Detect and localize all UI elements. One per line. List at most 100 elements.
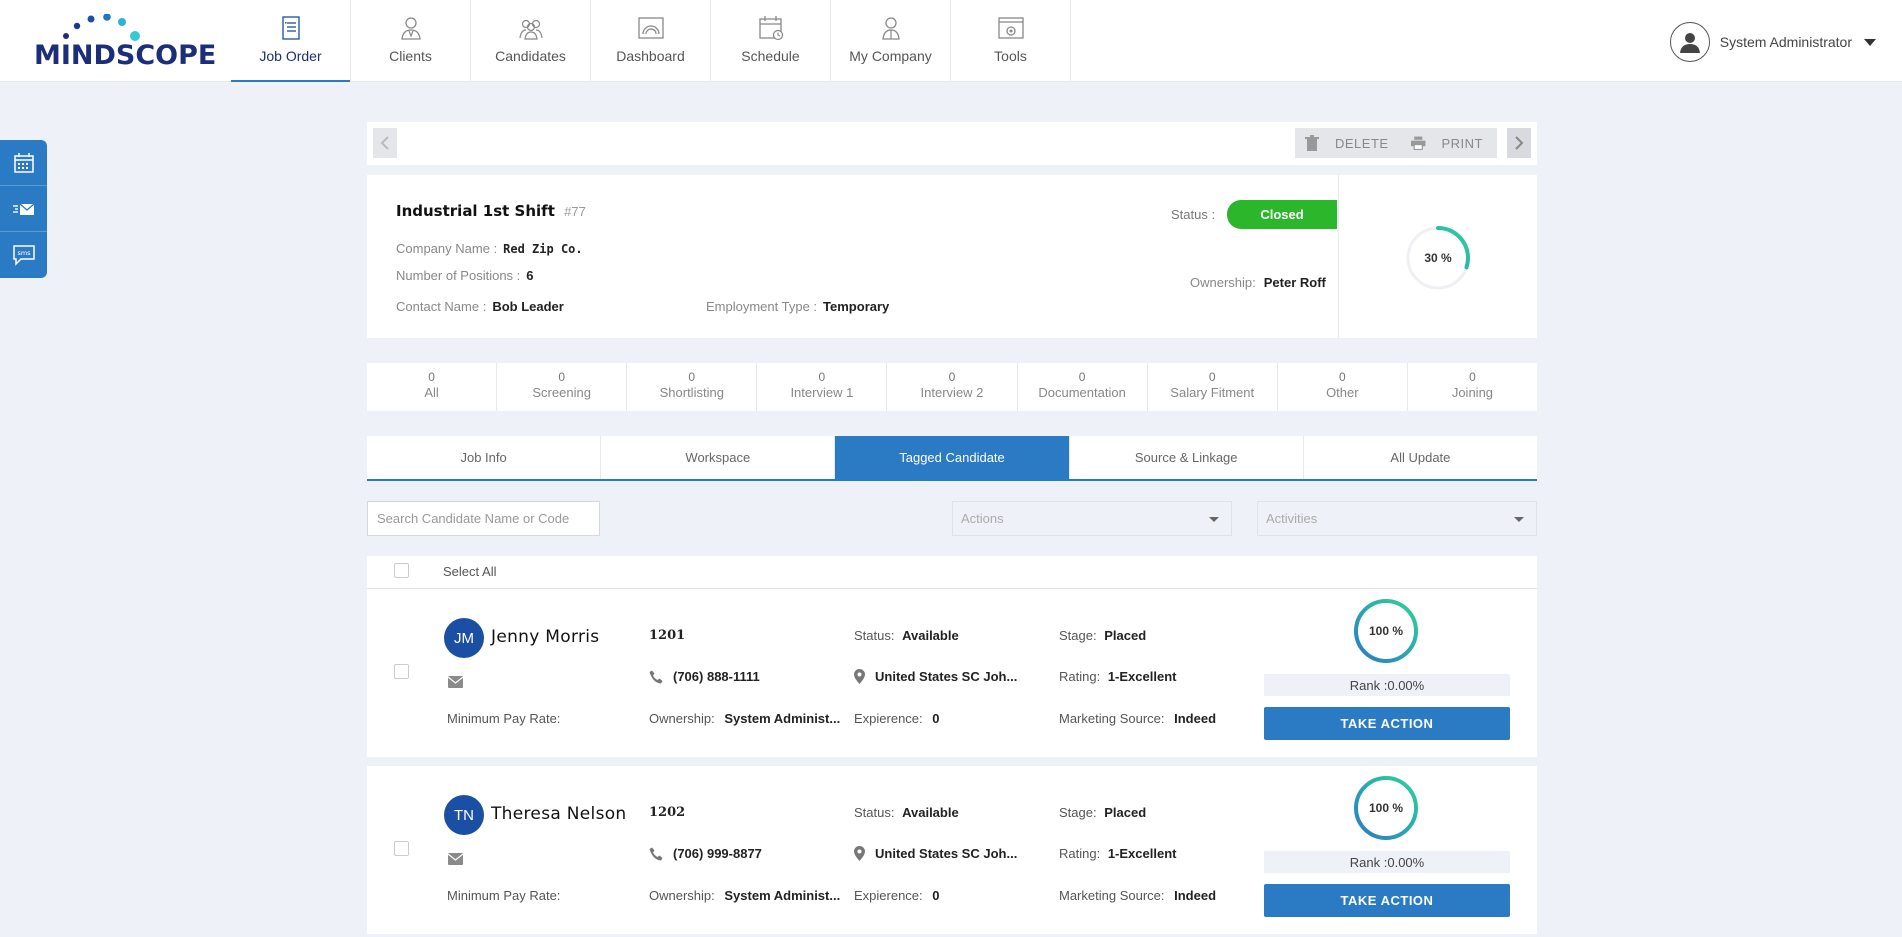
take-action-button[interactable]: TAKE ACTION: [1264, 707, 1510, 740]
phone-icon: [649, 670, 663, 683]
actions-dropdown[interactable]: Actions: [952, 501, 1232, 536]
stage-count: 0: [428, 370, 435, 384]
activities-placeholder: Activities: [1266, 511, 1318, 526]
activities-dropdown[interactable]: Activities: [1257, 501, 1537, 536]
marketing-label: Marketing Source:: [1059, 711, 1165, 726]
sms-button[interactable]: sms: [0, 232, 47, 278]
stage-label: Screening: [532, 385, 591, 400]
send-email-button[interactable]: [447, 852, 464, 870]
calendar-button[interactable]: [0, 140, 47, 186]
stage-interview-1[interactable]: 0 Interview 1: [757, 363, 888, 411]
status-badge[interactable]: Closed: [1227, 200, 1337, 229]
stage-shortlisting[interactable]: 0 Shortlisting: [627, 363, 758, 411]
candidate-code: 1201: [649, 628, 686, 643]
status-label: Status :: [1171, 207, 1216, 222]
delete-button[interactable]: DELETE: [1295, 128, 1405, 158]
experience-label: Expierence:: [854, 711, 923, 726]
stage-all[interactable]: 0 All: [367, 363, 498, 411]
stage-label: Shortlisting: [659, 385, 724, 400]
detail-tabs: Job Info Workspace Tagged Candidate Sour…: [367, 436, 1537, 481]
stage-other[interactable]: 0 Other: [1278, 363, 1408, 411]
candidate-checkbox[interactable]: [394, 841, 409, 856]
min-pay-label: Minimum Pay Rate:: [447, 888, 561, 903]
user-name: System Administrator: [1719, 34, 1852, 50]
status-value: Available: [902, 628, 959, 643]
job-progress-value: 30 %: [1424, 251, 1452, 265]
candidate-phone[interactable]: (706) 888-1111: [649, 669, 760, 684]
next-record-button[interactable]: [1507, 128, 1531, 158]
tab-tagged-candidate[interactable]: Tagged Candidate: [835, 436, 1070, 479]
tab-source-linkage[interactable]: Source & Linkage: [1070, 436, 1304, 479]
status-value: Available: [902, 805, 959, 820]
contact-name-value[interactable]: Bob Leader: [492, 299, 564, 314]
stage-documentation[interactable]: 0 Documentation: [1018, 363, 1148, 411]
schedule-icon: [758, 16, 783, 41]
email-icon: [12, 203, 34, 215]
tab-all-update[interactable]: All Update: [1304, 436, 1537, 479]
candidate-name[interactable]: Jenny Morris: [491, 627, 599, 647]
stage-screening[interactable]: 0 Screening: [497, 363, 628, 411]
nav-tools[interactable]: Tools: [951, 0, 1071, 82]
nav-job-order[interactable]: Job Order: [231, 0, 351, 82]
tab-workspace[interactable]: Workspace: [601, 436, 836, 479]
job-id: #77: [564, 204, 586, 219]
min-pay-label: Minimum Pay Rate:: [447, 711, 561, 726]
nav-candidates[interactable]: Candidates: [471, 0, 591, 82]
positions-field: Number of Positions : 6: [396, 268, 534, 283]
marketing-label: Marketing Source:: [1059, 888, 1165, 903]
rating-value: 1-Excellent: [1107, 846, 1177, 861]
location-value: United States SC Joh...: [875, 669, 1018, 684]
stage-interview-2[interactable]: 0 Interview 2: [887, 363, 1018, 411]
stage-count: 0: [818, 370, 826, 384]
match-value: 100 %: [1368, 801, 1404, 815]
job-progress-ring: 30 %: [1405, 225, 1471, 291]
user-menu[interactable]: System Administrator: [1669, 22, 1876, 62]
company-name-value[interactable]: Red Zip Co.: [503, 242, 582, 256]
status-label: Status:: [854, 628, 895, 643]
job-summary-card: Industrial 1st Shift #77 Company Name : R…: [367, 175, 1537, 338]
map-pin-icon: [854, 846, 865, 861]
stage-joining[interactable]: 0 Joining: [1408, 363, 1537, 411]
delete-label: DELETE: [1335, 135, 1389, 151]
candidate-min-pay: Minimum Pay Rate:: [447, 711, 560, 726]
candidate-checkbox[interactable]: [394, 664, 409, 679]
ownership-value: System Administ...: [724, 711, 841, 726]
stage-count: 0: [688, 370, 696, 384]
email-button[interactable]: [0, 186, 47, 232]
chevron-down-icon: [1514, 517, 1524, 522]
marketing-value: Indeed: [1174, 711, 1217, 726]
stage-value: Placed: [1104, 628, 1147, 643]
experience-value: 0: [932, 888, 940, 903]
previous-record-button[interactable]: [373, 128, 397, 158]
marketing-value: Indeed: [1174, 888, 1217, 903]
candidate-phone[interactable]: (706) 999-8877: [649, 846, 762, 861]
select-all-checkbox[interactable]: [394, 563, 409, 578]
nav-label: Job Order: [259, 48, 322, 64]
candidate-name[interactable]: Theresa Nelson: [491, 804, 627, 824]
chevron-left-icon: [380, 136, 389, 150]
candidate-marketing-source: Marketing Source: Indeed: [1059, 888, 1216, 903]
status-label: Status:: [854, 805, 895, 820]
tab-job-info[interactable]: Job Info: [367, 436, 602, 479]
print-button[interactable]: PRINT: [1401, 128, 1497, 158]
stage-count: 0: [948, 370, 956, 384]
candidate-location: United States SC Joh...: [854, 846, 1017, 861]
candidate-search-input[interactable]: [367, 501, 600, 536]
stage-count: 0: [1078, 370, 1086, 384]
take-action-button[interactable]: TAKE ACTION: [1264, 884, 1510, 917]
candidate-avatar: JM: [444, 618, 484, 658]
candidate-ownership: Ownership: System Administ...: [649, 888, 840, 903]
stage-label: Interview 2: [920, 385, 984, 400]
stage-salary-fitment[interactable]: 0 Salary Fitment: [1148, 363, 1278, 411]
nav-label: Clients: [389, 48, 432, 64]
nav-label: Candidates: [495, 48, 566, 64]
chevron-down-icon: [1209, 517, 1219, 522]
mindscope-logo[interactable]: MINDSCOPE: [34, 14, 216, 71]
nav-my-company[interactable]: My Company: [831, 0, 951, 82]
nav-dashboard[interactable]: Dashboard: [591, 0, 711, 82]
nav-clients[interactable]: Clients: [351, 0, 471, 82]
stage-label: All: [424, 385, 439, 400]
send-email-button[interactable]: [447, 675, 464, 693]
ownership-value: Peter Roff: [1263, 275, 1326, 290]
nav-schedule[interactable]: Schedule: [711, 0, 831, 82]
